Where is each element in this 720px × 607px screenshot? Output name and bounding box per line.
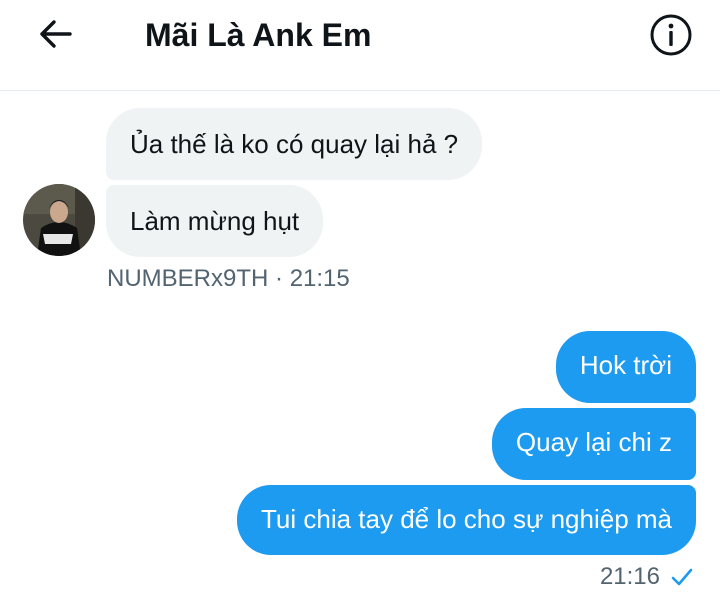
sender-avatar[interactable]: [23, 184, 95, 256]
sent-message[interactable]: Tui chia tay để lo cho sự nghiệp mà: [237, 485, 696, 555]
info-icon: [649, 13, 693, 62]
message-time: 21:15: [289, 265, 350, 292]
arrow-left-icon: [37, 19, 73, 54]
info-button[interactable]: [648, 14, 694, 60]
message-time: 21:16: [599, 563, 660, 590]
sent-message[interactable]: Quay lại chi z: [491, 408, 696, 480]
conversation-title: Mãi Là Ank Em: [145, 17, 372, 53]
sent-message[interactable]: Hok trời: [555, 331, 696, 403]
received-message-meta: NUMBERx9TH · 21:15: [107, 264, 350, 294]
sender-name[interactable]: NUMBERx9TH: [107, 265, 268, 292]
dm-conversation-screen: Mãi Là Ank Em Ủa thế là ko có quay lại h…: [0, 0, 720, 607]
meta-separator: ·: [275, 265, 284, 292]
received-message[interactable]: Ủa thế là ko có quay lại hả ?: [106, 108, 483, 180]
check-icon: [670, 567, 694, 587]
sent-message-meta: 21:16: [600, 562, 694, 592]
received-message[interactable]: Làm mừng hụt: [106, 185, 324, 257]
conversation-header: Mãi Là Ank Em: [0, 0, 720, 91]
back-button[interactable]: [30, 16, 80, 56]
